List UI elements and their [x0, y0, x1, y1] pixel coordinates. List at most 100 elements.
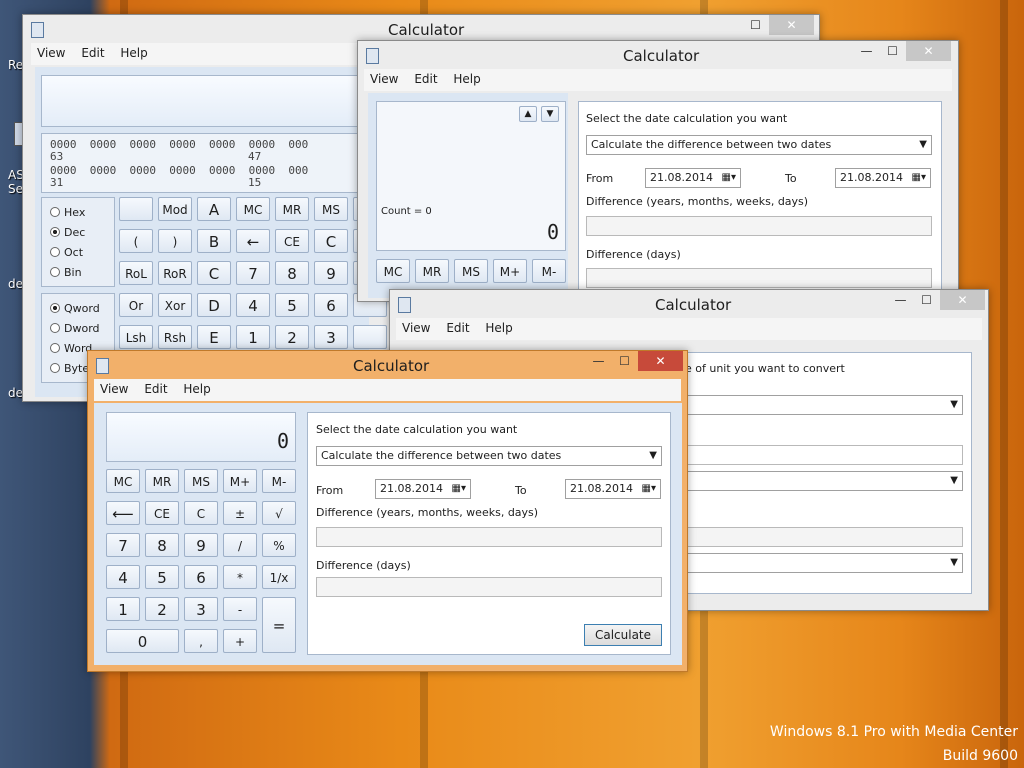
5-button[interactable]: 5: [275, 293, 309, 317]
menu-edit[interactable]: Edit: [75, 43, 110, 63]
8-button[interactable]: 8: [145, 533, 179, 557]
1-button[interactable]: 1: [236, 325, 270, 349]
radio-hex[interactable]: Hex: [50, 206, 85, 219]
e-button[interactable]: E: [197, 325, 231, 349]
backspace-button[interactable]: ⟵: [106, 501, 140, 525]
mc-button[interactable]: MC: [376, 259, 410, 283]
open-paren-button[interactable]: (: [119, 229, 153, 253]
to-unit-select[interactable]: ▼: [683, 553, 963, 573]
desktop-icon-label[interactable]: Se: [8, 182, 23, 196]
a-button[interactable]: A: [197, 197, 231, 221]
ce-button[interactable]: CE: [275, 229, 309, 253]
m-minus-button[interactable]: M-: [532, 259, 566, 283]
desktop-icon-label[interactable]: Re: [8, 58, 23, 72]
ms-button[interactable]: MS: [454, 259, 488, 283]
m-plus-button[interactable]: M+: [223, 469, 257, 493]
maximize-icon[interactable]: ☐: [914, 290, 939, 310]
7-button[interactable]: 7: [106, 533, 140, 557]
backspace-button[interactable]: ←: [236, 229, 270, 253]
rol-button[interactable]: RoL: [119, 261, 153, 285]
scroll-up-icon[interactable]: ▲: [519, 106, 537, 122]
divide-button[interactable]: /: [223, 533, 257, 557]
statistics-calculator-window[interactable]: Calculator — ☐ ✕ View Edit Help ▲ ▼ Coun…: [357, 40, 959, 302]
ms-button[interactable]: MS: [314, 197, 348, 221]
maximize-icon[interactable]: ☐: [612, 351, 637, 371]
blank-button[interactable]: [353, 325, 387, 349]
radio-dword[interactable]: Dword: [50, 322, 100, 335]
3-button[interactable]: 3: [314, 325, 348, 349]
title-bar[interactable]: Calculator — ☐ ✕: [88, 351, 687, 379]
title-bar[interactable]: Calculator — ☐ ✕: [358, 41, 958, 69]
percent-button[interactable]: %: [262, 533, 296, 557]
c-button[interactable]: C: [184, 501, 218, 525]
rsh-button[interactable]: Rsh: [158, 325, 192, 349]
minimize-icon[interactable]: —: [854, 41, 879, 61]
menu-view[interactable]: View: [364, 69, 404, 89]
equals-button[interactable]: =: [262, 597, 296, 653]
radio-bin[interactable]: Bin: [50, 266, 82, 279]
radio-word[interactable]: Word: [50, 342, 92, 355]
close-button[interactable]: ✕: [906, 41, 951, 61]
close-button[interactable]: ✕: [940, 290, 985, 310]
xor-button[interactable]: Xor: [158, 293, 192, 317]
5-button[interactable]: 5: [145, 565, 179, 589]
date-mode-select[interactable]: Calculate the difference between two dat…: [316, 446, 662, 466]
maximize-icon[interactable]: ☐: [743, 15, 768, 35]
from-value-input[interactable]: [683, 445, 963, 465]
menu-help[interactable]: Help: [114, 43, 153, 63]
menu-view[interactable]: View: [396, 318, 436, 338]
calculator-window[interactable]: Calculator — ☐ ✕ View Edit Help 0 MC MR MS…: [87, 350, 688, 672]
minimize-icon[interactable]: —: [586, 351, 611, 371]
calculate-button[interactable]: Calculate: [584, 624, 662, 646]
mc-button[interactable]: MC: [106, 469, 140, 493]
reciprocal-button[interactable]: 1/x: [262, 565, 296, 589]
b-button[interactable]: B: [197, 229, 231, 253]
menu-edit[interactable]: Edit: [440, 318, 475, 338]
or-button[interactable]: Or: [119, 293, 153, 317]
2-button[interactable]: 2: [275, 325, 309, 349]
radio-byte[interactable]: Byte: [50, 362, 89, 375]
subtract-button[interactable]: -: [223, 597, 257, 621]
radio-qword[interactable]: Qword: [50, 302, 100, 315]
ms-button[interactable]: MS: [184, 469, 218, 493]
scroll-down-icon[interactable]: ▼: [541, 106, 559, 122]
date-mode-select[interactable]: Calculate the difference between two dat…: [586, 135, 932, 155]
d-button[interactable]: D: [197, 293, 231, 317]
1-button[interactable]: 1: [106, 597, 140, 621]
title-bar[interactable]: Calculator — ☐ ✕: [390, 290, 988, 318]
mod-button[interactable]: Mod: [158, 197, 192, 221]
6-button[interactable]: 6: [314, 293, 348, 317]
4-button[interactable]: 4: [236, 293, 270, 317]
c-button[interactable]: C: [314, 229, 348, 253]
ror-button[interactable]: RoR: [158, 261, 192, 285]
menu-edit[interactable]: Edit: [408, 69, 443, 89]
radio-dec[interactable]: Dec: [50, 226, 85, 239]
menu-edit[interactable]: Edit: [138, 379, 173, 399]
from-date-picker[interactable]: 21.08.2014 ▦▾: [375, 479, 471, 499]
menu-view[interactable]: View: [31, 43, 71, 63]
desktop-icon-label[interactable]: de: [8, 277, 23, 291]
maximize-icon[interactable]: ☐: [880, 41, 905, 61]
9-button[interactable]: 9: [184, 533, 218, 557]
mc-button[interactable]: MC: [236, 197, 270, 221]
radio-oct[interactable]: Oct: [50, 246, 83, 259]
mr-button[interactable]: MR: [145, 469, 179, 493]
6-button[interactable]: 6: [184, 565, 218, 589]
menu-view[interactable]: View: [94, 379, 134, 399]
8-button[interactable]: 8: [275, 261, 309, 285]
mr-button[interactable]: MR: [275, 197, 309, 221]
menu-help[interactable]: Help: [177, 379, 216, 399]
menu-help[interactable]: Help: [447, 69, 486, 89]
title-bar[interactable]: Calculator ☐ ✕: [23, 15, 819, 43]
c-button[interactable]: C: [197, 261, 231, 285]
close-button[interactable]: ✕: [769, 15, 814, 35]
close-button[interactable]: ✕: [638, 351, 683, 371]
from-date-picker[interactable]: 21.08.2014 ▦▾: [645, 168, 741, 188]
0-button[interactable]: 0: [106, 629, 179, 653]
9-button[interactable]: 9: [314, 261, 348, 285]
mr-button[interactable]: MR: [415, 259, 449, 283]
desktop-icon-label[interactable]: de: [8, 386, 23, 400]
to-date-picker[interactable]: 21.08.2014 ▦▾: [835, 168, 931, 188]
2-button[interactable]: 2: [145, 597, 179, 621]
minimize-icon[interactable]: —: [888, 290, 913, 310]
